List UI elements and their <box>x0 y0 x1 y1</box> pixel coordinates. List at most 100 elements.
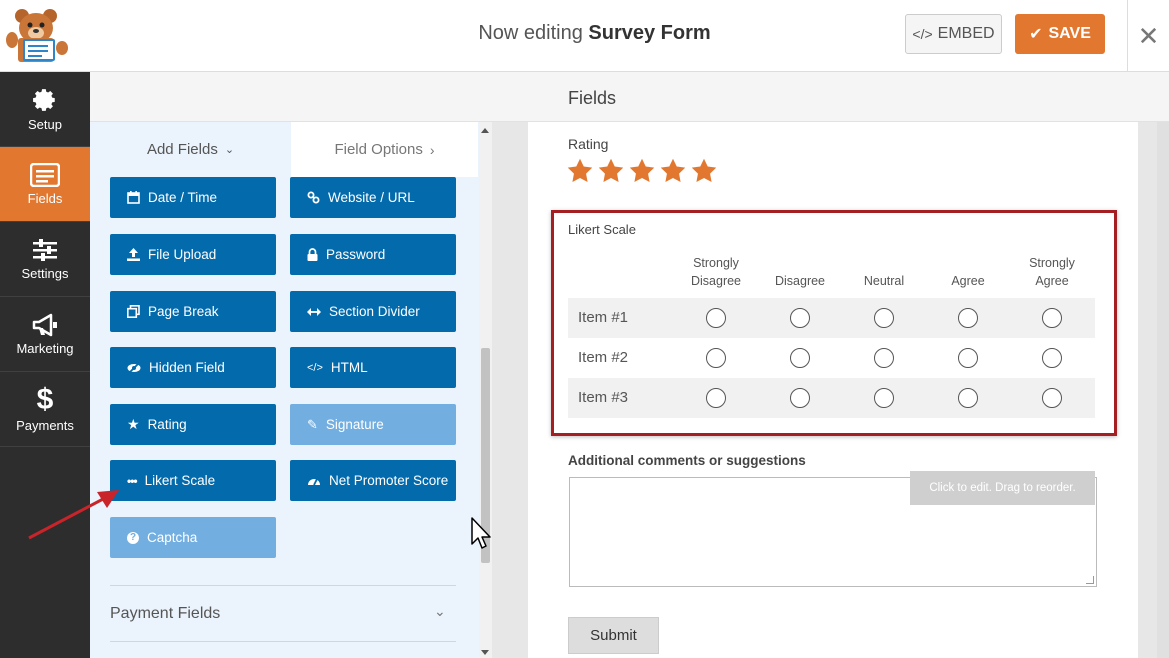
likert-radio[interactable] <box>790 348 810 368</box>
submit-button[interactable]: Submit <box>568 617 659 654</box>
mouse-cursor-icon <box>471 517 491 549</box>
field-button-html[interactable]: </> HTML <box>290 347 456 388</box>
likert-radio[interactable] <box>706 308 726 328</box>
likert-column-header: Agree <box>951 274 985 288</box>
pencil-icon: ✎ <box>307 416 318 432</box>
field-button-hidden-field[interactable]: Hidden Field <box>110 347 276 388</box>
likert-radio[interactable] <box>958 388 978 408</box>
likert-radio[interactable] <box>958 308 978 328</box>
likert-field-label: Likert Scale <box>568 222 636 237</box>
nav-label: Setup <box>28 116 62 132</box>
likert-column-header: Strongly Agree <box>1029 256 1075 288</box>
likert-radio[interactable] <box>874 308 894 328</box>
likert-radio[interactable] <box>790 388 810 408</box>
panel-tabs: Add Fields ⌄ Field Options › <box>90 122 478 177</box>
arrows-h-icon <box>307 307 321 316</box>
field-button-label: Net Promoter Score <box>329 473 449 488</box>
field-button-label: Website / URL <box>328 190 415 205</box>
copy-icon <box>127 305 140 318</box>
megaphone-icon <box>32 313 57 336</box>
tab-label: Add Fields <box>146 141 218 158</box>
likert-radio[interactable] <box>874 388 894 408</box>
preview-scrollbar[interactable] <box>1157 122 1169 658</box>
eye-slash-icon <box>127 361 141 374</box>
nav-item-marketing[interactable]: Marketing <box>0 297 90 372</box>
embed-label: EMBED <box>937 25 995 42</box>
nav-label: Marketing <box>16 340 74 356</box>
likert-row: Item #2 <box>568 338 1095 378</box>
panel-scrollbar[interactable] <box>479 122 492 658</box>
star-icon[interactable] <box>628 157 656 185</box>
gear-icon <box>33 88 55 111</box>
star-icon[interactable] <box>659 157 687 185</box>
likert-column-header: Neutral <box>863 274 905 288</box>
nav-item-payments[interactable]: $ Payments <box>0 372 90 447</box>
likert-radio[interactable] <box>706 388 726 408</box>
field-button-page-break[interactable]: Page Break <box>110 291 276 332</box>
field-button-label: Date / Time <box>148 190 218 205</box>
calendar-icon <box>127 191 140 204</box>
ellipsis-icon: ••• <box>127 473 138 488</box>
field-button-label: Captcha <box>147 530 198 545</box>
scroll-down-icon[interactable] <box>481 650 489 655</box>
likert-radio[interactable] <box>790 308 810 328</box>
field-button-captcha[interactable]: ? Captcha <box>110 517 276 558</box>
star-icon[interactable] <box>597 157 625 185</box>
chevron-down-icon: ⌄ <box>224 144 235 156</box>
nav-item-setup[interactable]: Setup <box>0 72 90 147</box>
likert-radio[interactable] <box>874 348 894 368</box>
code-icon: </> <box>912 26 933 42</box>
rating-field-label: Rating <box>568 136 609 152</box>
divider <box>110 585 456 586</box>
likert-radio[interactable] <box>706 348 726 368</box>
dollar-icon: $ <box>36 382 54 416</box>
resize-handle[interactable] <box>1086 576 1094 584</box>
field-button-signature[interactable]: ✎ Signature <box>290 404 456 445</box>
field-button-likert-scale[interactable]: ••• Likert Scale <box>110 460 276 501</box>
embed-button[interactable]: </> EMBED <box>905 14 1002 54</box>
top-bar: Now editing Survey Form </> EMBED ✔ SAVE… <box>0 0 1169 72</box>
field-button-label: Signature <box>325 417 384 432</box>
save-label: SAVE <box>1048 25 1091 42</box>
tab-label: Field Options <box>334 141 423 158</box>
lock-icon <box>307 248 318 261</box>
field-button-net-promoter-score[interactable]: Net Promoter Score <box>290 460 456 501</box>
nav-label: Payments <box>16 417 74 433</box>
chevron-down-icon[interactable]: ⌄ <box>434 603 446 620</box>
field-button-rating[interactable]: ★ Rating <box>110 404 276 445</box>
chevron-right-icon: › <box>429 141 435 158</box>
close-button[interactable]: ✕ <box>1127 0 1169 72</box>
tab-add-fields[interactable]: Add Fields ⌄ <box>90 122 291 177</box>
field-button-password[interactable]: Password <box>290 234 456 275</box>
field-button-date-time[interactable]: Date / Time <box>110 177 276 218</box>
field-button-label: HTML <box>330 360 368 375</box>
scroll-up-icon[interactable] <box>481 128 489 133</box>
sliders-icon <box>33 238 57 261</box>
save-button[interactable]: ✔ SAVE <box>1015 14 1105 54</box>
form-name: Survey Form <box>588 22 711 44</box>
likert-radio[interactable] <box>1042 388 1062 408</box>
nav-item-settings[interactable]: Settings <box>0 222 90 297</box>
likert-column-header: Strongly Disagree <box>690 256 742 288</box>
field-button-label: Hidden Field <box>149 360 225 375</box>
code-icon: </> <box>307 361 323 374</box>
field-button-section-divider[interactable]: Section Divider <box>290 291 456 332</box>
star-icon[interactable] <box>690 157 718 185</box>
likert-radio[interactable] <box>1042 348 1062 368</box>
field-button-label: Password <box>326 247 386 262</box>
likert-radio[interactable] <box>958 348 978 368</box>
rating-stars[interactable] <box>566 157 718 185</box>
tab-field-options[interactable]: Field Options › <box>291 122 478 177</box>
nav-item-fields[interactable]: Fields <box>0 147 90 222</box>
close-icon: ✕ <box>1137 20 1160 51</box>
star-icon: ★ <box>127 416 140 432</box>
fields-header: Fields <box>90 72 1169 122</box>
star-icon[interactable] <box>566 157 594 185</box>
upload-icon <box>127 248 140 261</box>
field-button-website-url[interactable]: Website / URL <box>290 177 456 218</box>
likert-row-label: Item #1 <box>578 309 629 326</box>
add-fields-panel: Add Fields ⌄ Field Options › Date / Time… <box>90 122 492 658</box>
field-button-file-upload[interactable]: File Upload <box>110 234 276 275</box>
likert-radio[interactable] <box>1042 308 1062 328</box>
payment-fields-section[interactable]: Payment Fields <box>110 605 220 623</box>
